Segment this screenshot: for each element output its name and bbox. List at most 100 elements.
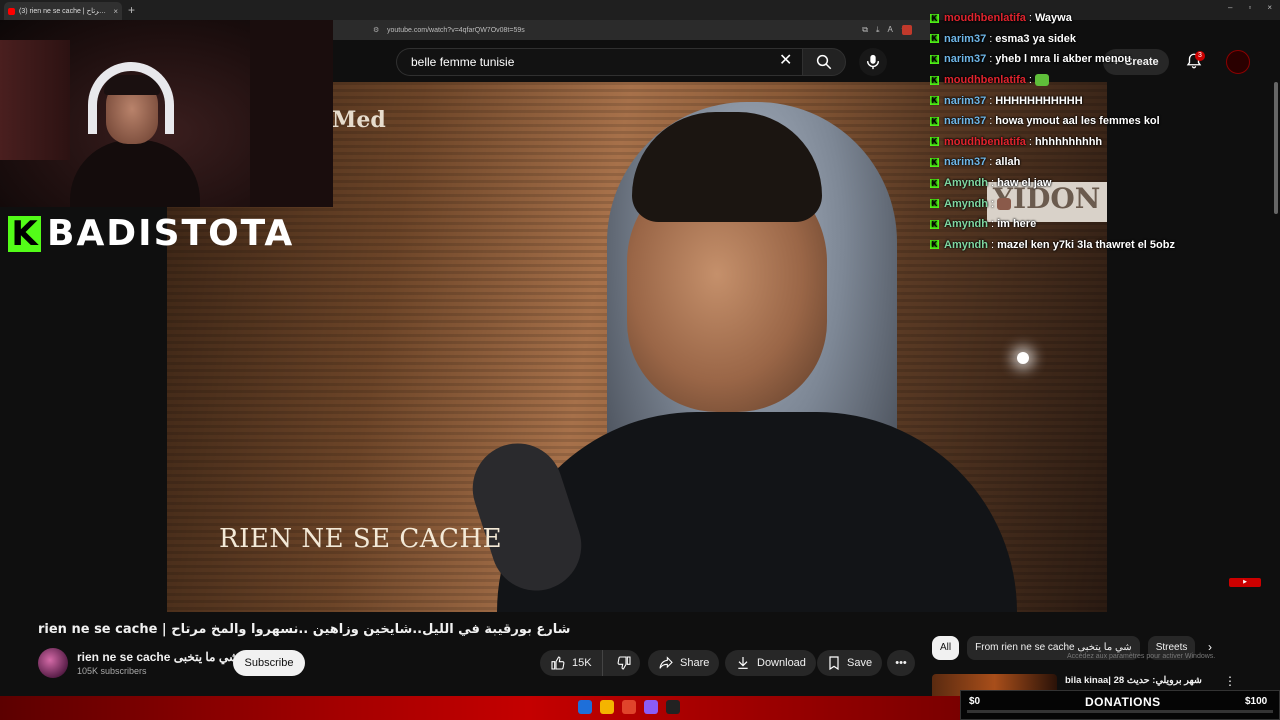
- address-url[interactable]: youtube.com/watch?v=4qfarQW7Ov08t=59s: [387, 27, 525, 34]
- chat-text: hhhhhhhhhh: [1034, 135, 1103, 148]
- video-watermark: Med: [332, 107, 386, 133]
- translate-icon[interactable]: A: [887, 25, 892, 35]
- bookmark-save-icon: [829, 656, 839, 671]
- account-avatar[interactable]: [1226, 50, 1250, 74]
- chat-text: mazel ken y7ki 3la thawret el 5obz: [997, 238, 1175, 251]
- share-label: Share: [680, 657, 710, 669]
- minimize-button[interactable]: –: [1228, 3, 1232, 12]
- chat-message: Knarim37: allah: [930, 152, 1200, 173]
- chat-separator: :: [989, 94, 993, 107]
- webcam-door: [250, 20, 333, 207]
- chevron-right-icon[interactable]: ›: [1208, 640, 1212, 654]
- save-button[interactable]: Save: [817, 650, 883, 676]
- kick-badge-icon: K: [930, 116, 939, 126]
- channel-avatar[interactable]: [38, 648, 68, 678]
- window-controls: – ▫ ×: [1228, 3, 1272, 12]
- windows-start-icon[interactable]: [578, 700, 592, 714]
- windows-activation-notice: Accédez aux paramètres pour activer Wind…: [1067, 653, 1216, 660]
- chat-text: im here: [997, 218, 1037, 231]
- kick-badge-icon: K: [930, 219, 939, 229]
- browser-app-icon[interactable]: [622, 700, 636, 714]
- chat-emote-icon: [997, 197, 1012, 210]
- webcam-shelf: [0, 40, 70, 160]
- like-count: 15K: [572, 657, 592, 669]
- chat-message: Knarim37: esma3 ya sidek: [930, 29, 1200, 50]
- chat-message: K Amyndh: im here: [930, 214, 1200, 235]
- chat-text: HHHHHHHHHHH: [995, 94, 1083, 107]
- channel-name[interactable]: rien ne se cache شي ما يتخبى: [77, 650, 239, 664]
- address-bar[interactable]: ⚙ youtube.com/watch?v=4qfarQW7Ov08t=59s …: [333, 20, 930, 40]
- download-icon: [738, 657, 748, 669]
- donations-raised: $0: [969, 696, 981, 707]
- subscriber-count: 105K subscribers: [77, 666, 147, 676]
- kick-badge-icon: K: [930, 240, 939, 250]
- donations-label: DONATIONS: [1085, 695, 1161, 709]
- site-info-icon[interactable]: ⚙: [373, 26, 379, 34]
- streamer-name: BADISTOTA: [47, 213, 295, 254]
- chat-separator: :: [989, 115, 993, 128]
- donations-widget: $0 DONATIONS $100: [960, 690, 1280, 720]
- chat-username[interactable]: narim37: [944, 156, 986, 168]
- voice-search-button[interactable]: [859, 48, 887, 76]
- chat-username[interactable]: Amyndh: [944, 177, 988, 189]
- more-actions-button[interactable]: •••: [887, 650, 915, 676]
- chat-message: Knarim37: howa ymout aal les femmes kol: [930, 111, 1200, 132]
- chip-all[interactable]: All: [932, 636, 960, 660]
- like-button[interactable]: 15K: [540, 650, 603, 676]
- new-tab-button[interactable]: +: [128, 3, 135, 17]
- share-button[interactable]: Share: [648, 650, 720, 676]
- file-explorer-icon[interactable]: [600, 700, 614, 714]
- install-icon[interactable]: ⤓: [876, 25, 880, 35]
- search-button[interactable]: [802, 48, 846, 76]
- kick-badge-icon: K: [930, 75, 939, 85]
- chat-username[interactable]: narim37: [944, 95, 986, 107]
- chat-username[interactable]: narim37: [944, 53, 986, 65]
- browser-tab[interactable]: (3) rien ne se cache | شارع مرتاح ×: [4, 2, 122, 20]
- video-subscribe-watermark[interactable]: ▶: [1229, 578, 1261, 587]
- thumbs-down-icon: [617, 656, 631, 670]
- chat-username[interactable]: moudhbenlatifa: [944, 12, 1026, 24]
- tab-close-icon[interactable]: ×: [113, 7, 118, 16]
- video-title: rien ne se cache | شارع بورقيبة في الليل…: [38, 622, 571, 637]
- person-jacket: [497, 412, 1017, 612]
- streamer-webcam: [0, 20, 333, 207]
- chat-separator: :: [991, 197, 995, 210]
- extension-icon[interactable]: [902, 25, 912, 35]
- chat-username[interactable]: moudhbenlatifa: [944, 136, 1026, 148]
- chat-username[interactable]: Amyndh: [944, 198, 988, 210]
- clear-search-icon[interactable]: ✕: [779, 53, 792, 69]
- subscribe-button[interactable]: Subscribe: [233, 650, 305, 676]
- donations-goal: $100: [1245, 696, 1268, 707]
- recommendation-title[interactable]: bila kinaa| 28 شهر برويلي: حديث: [1065, 675, 1202, 686]
- maximize-button[interactable]: ▫: [1248, 3, 1251, 12]
- chat-separator: :: [1028, 135, 1032, 148]
- chat-username[interactable]: moudhbenlatifa: [944, 74, 1026, 86]
- chat-message: Knarim37: yheb l mra li akber menou: [930, 49, 1200, 70]
- download-button[interactable]: Download: [725, 650, 816, 676]
- page-scrollbar[interactable]: [1274, 82, 1278, 214]
- save-label: Save: [847, 657, 873, 669]
- microphone-icon: [866, 54, 880, 70]
- discord-app-icon[interactable]: [644, 700, 658, 714]
- kick-badge-icon: K: [930, 178, 939, 188]
- chat-text: howa ymout aal les femmes kol: [995, 115, 1160, 128]
- open-in-app-icon[interactable]: ⧉: [862, 25, 868, 35]
- chat-username[interactable]: Amyndh: [944, 218, 988, 230]
- chat-separator: :: [989, 32, 993, 45]
- kick-logo-icon: K: [8, 216, 41, 252]
- chat-username[interactable]: narim37: [944, 33, 986, 45]
- kick-badge-icon: K: [930, 157, 939, 167]
- kick-badge-icon: K: [930, 54, 939, 64]
- obs-app-icon[interactable]: [666, 700, 680, 714]
- search-input[interactable]: [411, 55, 751, 69]
- kick-badge-icon: K: [930, 34, 939, 44]
- chat-separator: :: [991, 218, 995, 231]
- chat-message: K Amyndh: mazel ken y7ki 3la thawret el 5o…: [930, 235, 1200, 256]
- chat-username[interactable]: Amyndh: [944, 239, 988, 251]
- close-window-button[interactable]: ×: [1267, 3, 1272, 12]
- chat-message: Kmoudhbenlatifa: Waywa: [930, 8, 1200, 29]
- dislike-button[interactable]: [609, 650, 640, 676]
- recommendation-more-icon[interactable]: ⋮: [1224, 674, 1236, 688]
- street-light: [1017, 352, 1029, 364]
- chat-username[interactable]: narim37: [944, 115, 986, 127]
